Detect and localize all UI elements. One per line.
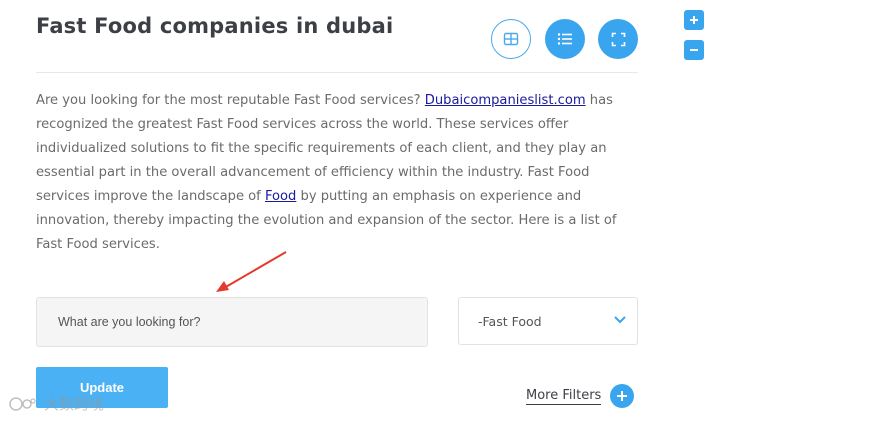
grid-view-button[interactable] — [491, 19, 531, 59]
dubaicompanieslist-link[interactable]: Dubaicompanieslist.com — [425, 93, 586, 108]
plus-icon — [690, 16, 698, 24]
chevron-down-icon — [614, 316, 626, 324]
page-title: Fast Food companies in dubai — [36, 14, 394, 38]
minus-icon — [690, 49, 698, 51]
grid-icon — [503, 32, 519, 46]
list-view-button[interactable] — [545, 19, 585, 59]
fullscreen-icon — [611, 32, 625, 46]
intro-text-2: has recognized the greatest Fast Food se… — [36, 93, 613, 204]
list-icon — [557, 33, 572, 45]
category-select[interactable]: -Fast Food — [458, 297, 638, 345]
add-filter-icon[interactable] — [610, 384, 635, 408]
more-filters-button[interactable]: More Filters — [526, 384, 635, 408]
watermark-logo-icon — [9, 396, 36, 411]
annotation-arrow — [216, 251, 287, 292]
intro-text-1: Are you looking for the most reputable F… — [36, 93, 425, 108]
watermark-text: 大数跨境 — [44, 395, 105, 413]
search-field[interactable] — [36, 297, 428, 347]
watermark: 大数跨境 — [8, 393, 104, 414]
food-link[interactable]: Food — [265, 189, 296, 204]
zoom-out-button[interactable] — [684, 40, 704, 60]
intro-paragraph: Are you looking for the most reputable F… — [36, 89, 636, 257]
search-input[interactable] — [58, 315, 427, 329]
fullscreen-button[interactable] — [598, 19, 638, 59]
header-divider — [36, 72, 638, 73]
zoom-in-button[interactable] — [684, 10, 704, 30]
category-selected-value: -Fast Food — [478, 313, 542, 329]
more-filters-label: More Filters — [526, 387, 602, 405]
